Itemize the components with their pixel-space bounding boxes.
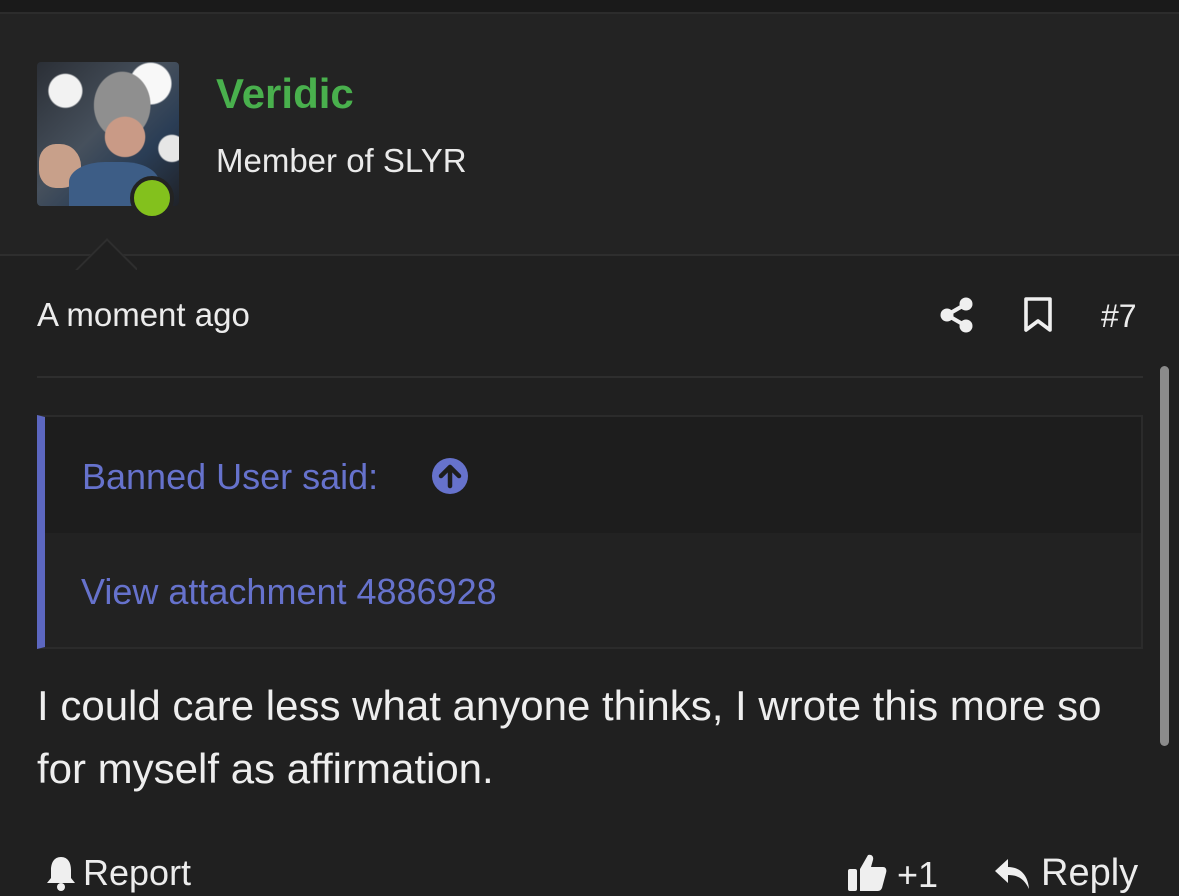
reply-arrow-icon [995, 858, 1029, 889]
quote-block: Banned User said: View attachment 488692… [37, 415, 1143, 649]
bell-icon [47, 857, 75, 891]
post-number[interactable]: #7 [1101, 298, 1137, 335]
online-status-dot [130, 176, 174, 220]
goto-arrow-icon[interactable] [431, 457, 469, 495]
header-pointer [73, 238, 137, 270]
report-button[interactable]: Report [45, 852, 191, 894]
bookmark-icon[interactable] [1022, 296, 1054, 334]
report-label: Report [83, 852, 192, 893]
thumbs-up-icon[interactable] [846, 851, 888, 893]
reply-label: Reply [1041, 852, 1139, 894]
attachment-link[interactable]: View attachment 4886928 [81, 571, 497, 613]
top-divider [0, 0, 1179, 14]
username[interactable]: Veridic [216, 70, 354, 118]
quote-body: View attachment 4886928 [45, 533, 1141, 647]
quote-author-link[interactable]: Banned User said: [82, 456, 378, 498]
post-author-header: Veridic Member of SLYR [0, 14, 1179, 256]
reply-button[interactable]: Reply [993, 852, 1138, 895]
post-message: I could care less what anyone thinks, I … [37, 682, 1102, 792]
reaction-count[interactable]: +1 [897, 854, 938, 896]
scrollbar[interactable] [1160, 366, 1169, 746]
share-icon[interactable] [939, 296, 975, 334]
meta-divider [37, 376, 1143, 378]
quote-header: Banned User said: [45, 417, 1141, 533]
user-title: Member of SLYR [216, 142, 467, 179]
post-time[interactable]: A moment ago [37, 296, 250, 334]
